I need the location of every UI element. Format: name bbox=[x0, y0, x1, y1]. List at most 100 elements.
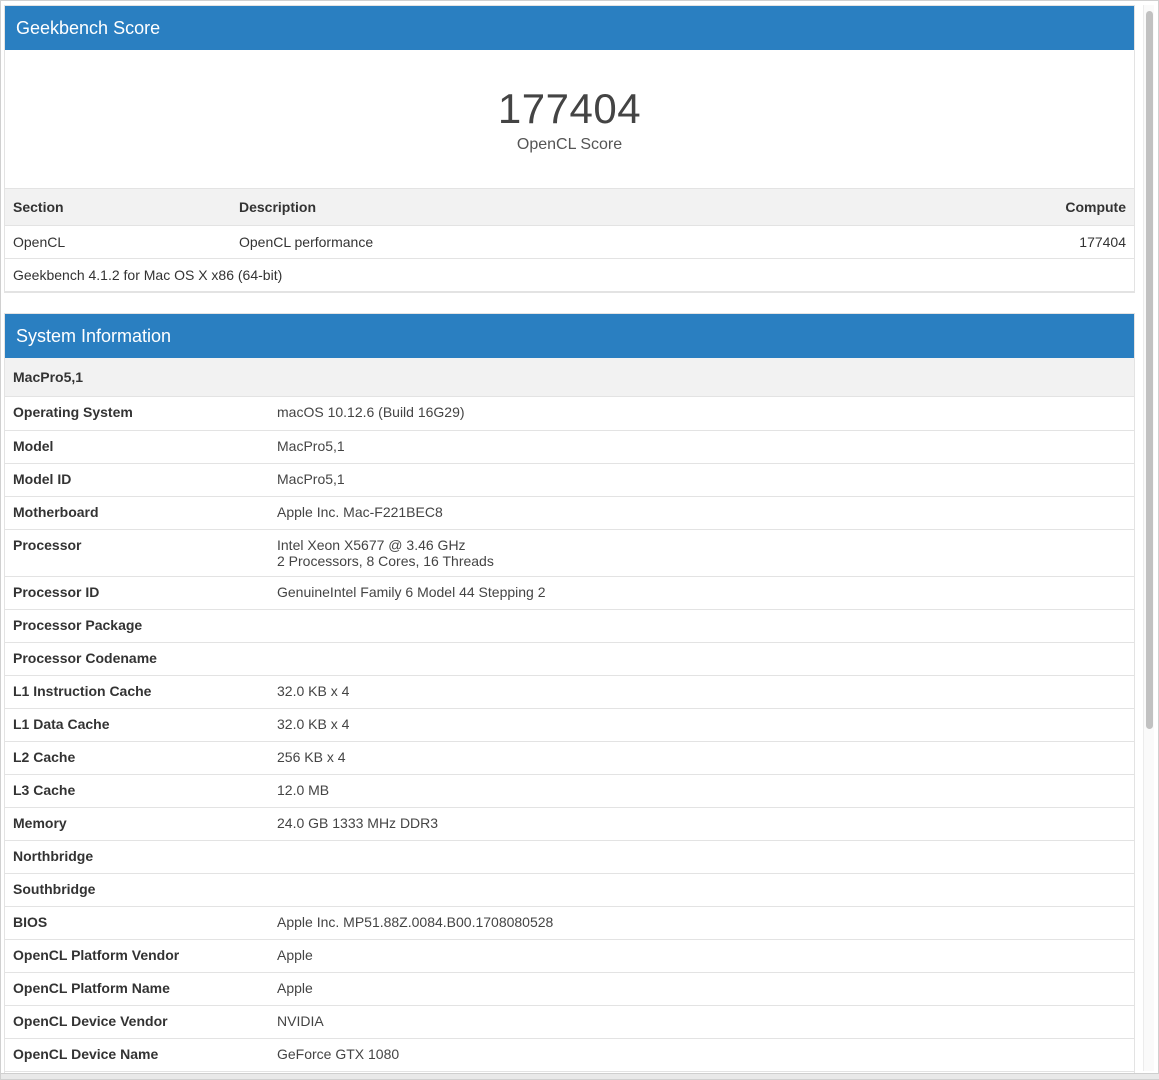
info-value bbox=[269, 873, 1134, 907]
cell-section: OpenCL bbox=[5, 225, 231, 259]
info-value: Apple bbox=[269, 939, 1134, 973]
col-header-description: Description bbox=[231, 188, 829, 226]
score-card-header: Geekbench Score bbox=[5, 6, 1134, 50]
version-text: Geekbench 4.1.2 for Mac OS X x86 (64-bit… bbox=[5, 258, 1134, 292]
table-row: Northbridge bbox=[5, 840, 1134, 874]
info-key: BIOS bbox=[5, 906, 269, 940]
info-key: Model bbox=[5, 430, 269, 464]
info-value bbox=[269, 840, 1134, 874]
info-key: L3 Cache bbox=[5, 774, 269, 808]
info-key: Memory bbox=[5, 807, 269, 841]
info-value: macOS 10.12.6 (Build 16G29) bbox=[269, 397, 1134, 431]
info-value: Apple Inc. MP51.88Z.0084.B00.1708080528 bbox=[269, 906, 1134, 940]
info-key: OpenCL Platform Name bbox=[5, 972, 269, 1006]
table-row: OpenCL Platform Name Apple bbox=[5, 972, 1134, 1006]
score-table-header-row: Section Description Compute bbox=[5, 188, 1134, 226]
table-row: Processor Intel Xeon X5677 @ 3.46 GHz 2 Pr… bbox=[5, 529, 1134, 577]
info-key: OpenCL Device Vendor bbox=[5, 1005, 269, 1039]
vertical-scrollbar[interactable] bbox=[1143, 5, 1154, 1071]
info-value: Apple bbox=[269, 972, 1134, 1006]
info-value: Intel Xeon X5677 @ 3.46 GHz 2 Processors,… bbox=[269, 529, 1134, 577]
table-row: OpenCL Device Name GeForce GTX 1080 bbox=[5, 1038, 1134, 1072]
table-row: Model ID MacPro5,1 bbox=[5, 463, 1134, 497]
cell-compute: 177404 bbox=[828, 225, 1134, 259]
info-key: OpenCL Device Name bbox=[5, 1038, 269, 1072]
info-value-line: 24.0 GB 1333 MHz DDR3 bbox=[277, 814, 439, 831]
table-row: Memory 24.0 GB 1333 MHz DDR3 bbox=[5, 807, 1134, 841]
table-row: Processor Codename bbox=[5, 642, 1134, 676]
info-key: L2 Cache bbox=[5, 741, 269, 775]
info-key: L1 Data Cache bbox=[5, 708, 269, 742]
table-row: Southbridge bbox=[5, 873, 1134, 907]
info-value-line: GeForce GTX 1080 bbox=[277, 1045, 400, 1062]
info-key: Processor bbox=[5, 529, 269, 577]
info-key: Processor Codename bbox=[5, 642, 269, 676]
table-row: OpenCL Platform Vendor Apple bbox=[5, 939, 1134, 973]
info-value: 24.0 GB 1333 MHz DDR3 bbox=[269, 807, 1134, 841]
info-value: GenuineIntel Family 6 Model 44 Stepping … bbox=[269, 576, 1134, 610]
info-value-line: Intel Xeon X5677 @ 3.46 GHz bbox=[277, 536, 466, 553]
table-row: Model MacPro5,1 bbox=[5, 430, 1134, 464]
system-info-title: System Information bbox=[16, 325, 172, 346]
info-value-line: MacPro5,1 bbox=[277, 437, 345, 454]
info-value-line: 2 Processors, 8 Cores, 16 Threads bbox=[277, 552, 494, 569]
table-footer-row: Geekbench 4.1.2 for Mac OS X x86 (64-bit… bbox=[5, 258, 1134, 292]
table-row: Motherboard Apple Inc. Mac-F221BEC8 bbox=[5, 496, 1134, 530]
score-label: OpenCL Score bbox=[516, 136, 623, 153]
table-row: OpenCL Device Vendor NVIDIA bbox=[5, 1005, 1134, 1039]
info-value-line: Apple bbox=[277, 979, 313, 996]
system-info-header: System Information bbox=[5, 314, 1134, 358]
info-value-line: 32.0 KB x 4 bbox=[277, 682, 350, 699]
info-value: Apple Inc. Mac-F221BEC8 bbox=[269, 496, 1134, 530]
info-value: 12.0 MB bbox=[269, 774, 1134, 808]
score-block: 177404 OpenCL Score bbox=[5, 50, 1134, 188]
info-value: MacPro5,1 bbox=[269, 463, 1134, 497]
col-header-section: Section bbox=[5, 188, 231, 226]
cell-description: OpenCL performance bbox=[231, 225, 829, 259]
info-value-line: MacPro5,1 bbox=[277, 470, 345, 487]
system-info-table: Operating System macOS 10.12.6 (Build 16G… bbox=[5, 397, 1134, 1072]
table-row: L1 Instruction Cache 32.0 KB x 4 bbox=[5, 675, 1134, 709]
table-row: L2 Cache 256 KB x 4 bbox=[5, 741, 1134, 775]
info-key: L1 Instruction Cache bbox=[5, 675, 269, 709]
scrollbar-thumb[interactable] bbox=[1146, 11, 1153, 729]
info-key: Operating System bbox=[5, 397, 269, 431]
score-table: Section Description Compute OpenCL OpenC… bbox=[5, 188, 1134, 292]
info-value bbox=[269, 642, 1134, 676]
table-row: Operating System macOS 10.12.6 (Build 16G… bbox=[5, 397, 1134, 431]
info-key: Motherboard bbox=[5, 496, 269, 530]
info-key: Processor ID bbox=[5, 576, 269, 610]
table-row: OpenCL OpenCL performance 177404 bbox=[5, 225, 1134, 259]
info-value: 32.0 KB x 4 bbox=[269, 675, 1134, 709]
info-key: OpenCL Platform Vendor bbox=[5, 939, 269, 973]
info-value: 32.0 KB x 4 bbox=[269, 708, 1134, 742]
info-value-line: 32.0 KB x 4 bbox=[277, 715, 350, 732]
table-row: L3 Cache 12.0 MB bbox=[5, 774, 1134, 808]
info-key: Model ID bbox=[5, 463, 269, 497]
system-model-subheader: MacPro5,1 bbox=[5, 358, 1134, 397]
info-key: Southbridge bbox=[5, 873, 269, 907]
info-key: Processor Package bbox=[5, 609, 269, 643]
info-value-line: Apple Inc. Mac-F221BEC8 bbox=[277, 503, 443, 520]
info-value-line: GenuineIntel Family 6 Model 44 Stepping … bbox=[277, 583, 546, 600]
table-row: Processor ID GenuineIntel Family 6 Model … bbox=[5, 576, 1134, 610]
info-value-line: Apple bbox=[277, 946, 313, 963]
page: Geekbench Score 177404 OpenCL Score Sect… bbox=[0, 0, 1159, 1080]
info-value: MacPro5,1 bbox=[269, 430, 1134, 464]
info-value-line: 256 KB x 4 bbox=[277, 748, 346, 765]
table-row: BIOS Apple Inc. MP51.88Z.0084.B00.1708080… bbox=[5, 906, 1134, 940]
score-card-title: Geekbench Score bbox=[16, 17, 161, 38]
info-value-line: Apple Inc. MP51.88Z.0084.B00.1708080528 bbox=[277, 913, 554, 930]
info-value: 256 KB x 4 bbox=[269, 741, 1134, 775]
score-value: 177404 bbox=[497, 85, 642, 132]
col-header-compute: Compute bbox=[828, 188, 1134, 226]
info-value-line: macOS 10.12.6 (Build 16G29) bbox=[277, 404, 465, 420]
table-row: L1 Data Cache 32.0 KB x 4 bbox=[5, 708, 1134, 742]
info-key: Northbridge bbox=[5, 840, 269, 874]
info-value bbox=[269, 609, 1134, 643]
score-card: Geekbench Score 177404 OpenCL Score Sect… bbox=[4, 5, 1135, 293]
system-info-card: System Information MacPro5,1 Operating S… bbox=[4, 313, 1135, 1077]
bottom-strip bbox=[1, 1073, 1159, 1079]
table-row: Processor Package bbox=[5, 609, 1134, 643]
info-value: GeForce GTX 1080 bbox=[269, 1038, 1134, 1072]
